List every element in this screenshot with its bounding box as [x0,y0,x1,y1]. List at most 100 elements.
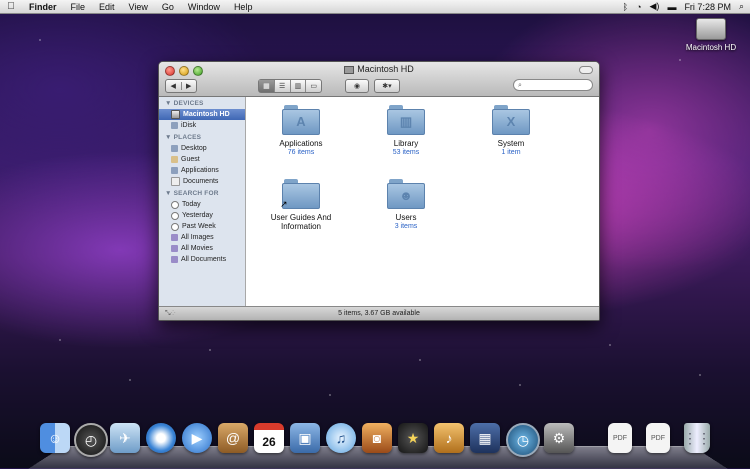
dock-time-machine[interactable]: ◷ [506,423,540,457]
sidebar-item-documents[interactable]: Documents [159,176,245,187]
status-text: 5 items, 3.67 GB available [338,310,420,317]
file-browser: A Applications 76 items ▥ Library 53 ite… [246,97,599,306]
coverflow-view-button[interactable]: ▭ [305,80,321,92]
wifi-icon[interactable]: ◔ [636,2,641,12]
menu-help[interactable]: Help [227,2,260,12]
bluetooth-icon[interactable]: ᛒ [623,2,628,12]
hard-drive-icon [344,65,355,74]
dock-iphoto[interactable]: ◙ [362,423,392,453]
dock-ical[interactable]: 26 [254,423,284,453]
dock-pdf-document-1[interactable]: PDF [608,423,632,453]
menu-edit[interactable]: Edit [92,2,122,12]
search-icon: ⌕ [518,82,522,89]
sidebar-item-guest[interactable]: Guest [159,154,245,165]
resize-grip-icon[interactable]: ⤡⁘ [165,310,176,318]
dock-pdf-document-2[interactable]: PDF [646,423,670,453]
dock-system-preferences[interactable]: ⚙ [544,423,574,453]
documents-icon [171,177,180,186]
sidebar-item-all-images[interactable]: All Images [159,232,245,243]
preview-icon: ▣ [298,429,312,446]
view-mode-control: ▦ ☰ ▥ ▭ [258,79,322,93]
forward-button[interactable]: ▶ [180,82,197,90]
library-folder-icon: ▥ [387,105,425,135]
dock-ichat[interactable]: ▶ [182,423,212,453]
clock-icon [171,200,179,209]
menu-finder[interactable]: Finder [22,2,64,12]
menu-window[interactable]: Window [181,2,227,12]
item-name: Applications [279,139,323,148]
window-title: Macintosh HD [159,64,599,74]
ichat-icon: ▶ [191,429,203,446]
menu-go[interactable]: Go [155,2,181,12]
alias-folder-icon: ↗ [280,179,320,209]
dock-trash[interactable]: ⋮⋮ [683,423,711,453]
sidebar-item-today[interactable]: Today [159,199,245,210]
menu-view[interactable]: View [122,2,155,12]
folder-system[interactable]: X System 1 item [471,105,551,156]
dashboard-icon: ◴ [84,431,98,448]
window-title-text: Macintosh HD [357,64,414,74]
flag-icon[interactable]: ▬ [667,2,676,12]
icon-view-button[interactable]: ▦ [259,80,274,92]
menu-clock[interactable]: Fri 7:28 PM [684,2,731,12]
itunes-icon: ♫ [335,430,347,446]
sidebar: ▼ DEVICES Macintosh HD iDisk ▼ PLACES De… [159,97,246,306]
spaces-icon: ▦ [478,429,492,446]
sidebar-item-applications[interactable]: Applications [159,165,245,176]
dock-spaces[interactable]: ▦ [470,423,500,453]
clock-icon [171,211,179,220]
menu-file[interactable]: File [64,2,93,12]
item-name: User Guides And Information [270,213,332,231]
sidebar-heading-search-for: ▼ SEARCH FOR [165,190,219,197]
sidebar-item-past-week[interactable]: Past Week [159,221,245,232]
dock-imovie[interactable]: ★ [398,423,428,453]
sidebar-item-idisk[interactable]: iDisk [159,120,245,131]
iphoto-icon: ◙ [372,430,382,446]
item-name: Library [393,139,419,148]
sidebar-item-macintosh-hd[interactable]: Macintosh HD [159,109,245,120]
dock-address-book[interactable]: @ [218,423,248,453]
apple-logo-icon[interactable]:  [0,1,22,12]
sidebar-item-all-documents[interactable]: All Documents [159,254,245,265]
dock-dashboard[interactable]: ◴ [74,423,108,457]
list-view-button[interactable]: ☰ [273,80,290,92]
folder-users[interactable]: ☻ Users 3 items [366,179,446,230]
menu-bar:  Finder File Edit View Go Window Help ᛒ… [0,0,750,14]
sidebar-item-all-movies[interactable]: All Movies [159,243,245,254]
dock-itunes[interactable]: ♫ [326,423,356,453]
item-count: 3 items [394,223,418,230]
sidebar-heading-devices: ▼ DEVICES [165,100,204,107]
item-name: System [497,139,525,148]
item-count: 76 items [287,149,315,156]
spotlight-icon[interactable]: ⌕ [739,1,744,12]
dock-safari[interactable]: ✦ [146,423,176,453]
folder-applications[interactable]: A Applications 76 items [261,105,341,156]
folder-user-guides[interactable]: ↗ User Guides And Information [261,179,341,231]
volume-icon[interactable]: ◀) [650,1,660,12]
dock-garageband[interactable]: ♪ [434,423,464,453]
item-count: 53 items [392,149,420,156]
folder-library[interactable]: ▥ Library 53 items [366,105,446,156]
search-field[interactable]: ⌕ [513,79,593,91]
dock-mail[interactable]: ✈ [110,423,140,453]
gear-icon: ✱▾ [382,83,392,90]
applications-folder-icon: A [282,105,320,135]
desktop-hard-drive[interactable]: Macintosh HD [676,18,746,52]
dock-finder[interactable]: ☺ [40,423,70,453]
status-bar: ⤡⁘ 5 items, 3.67 GB available [159,306,599,320]
quick-look-button[interactable]: ◉ [345,79,369,93]
action-menu-button[interactable]: ✱▾ [374,79,400,93]
eye-icon: ◉ [353,83,361,90]
dock-preview[interactable]: ▣ [290,423,320,453]
desktop-icon [171,145,178,152]
dock: ☺ ◴ ✈ ✦ ▶ @ 26 ▣ ♫ ◙ ★ ♪ ▦ ◷ ⚙ PDF PDF ⋮… [36,423,726,463]
window-toolbar[interactable]: Macintosh HD ◀ ▶ ▦ ☰ ▥ ▭ ◉ ✱▾ ⌕ [159,62,599,97]
column-view-button[interactable]: ▥ [289,80,306,92]
toolbar-toggle-button[interactable] [579,66,593,74]
back-button[interactable]: ◀ [166,82,181,90]
hard-drive-icon [696,18,726,40]
sidebar-item-desktop[interactable]: Desktop [159,143,245,154]
sidebar-item-yesterday[interactable]: Yesterday [159,210,245,221]
sidebar-heading-places: ▼ PLACES [165,134,202,141]
clock-icon [171,222,179,231]
